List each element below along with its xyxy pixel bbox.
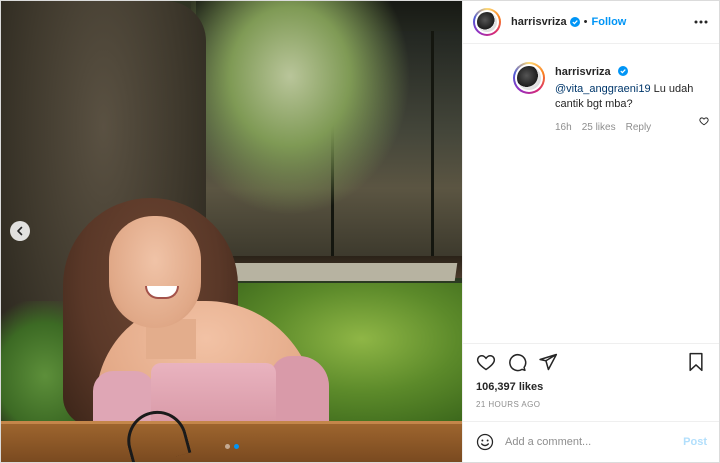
comment-age: 16h [555,122,572,133]
header-username[interactable]: harrisvriza [511,16,567,28]
verified-badge-icon [618,65,629,76]
heart-icon[interactable] [699,116,709,126]
comment-likes[interactable]: 25 likes [582,122,616,133]
photo-table-edge [1,421,462,424]
comment-button[interactable] [506,351,528,373]
photo-person-face [109,216,201,328]
carousel-dot [224,444,230,449]
comment-bubble-icon [509,353,527,371]
avatar-image [477,12,497,32]
heart-icon [476,354,496,370]
comment: harrisvriza @vita_anggraeni19 Lu udah ca… [555,62,707,133]
chevron-left-icon [17,226,23,236]
follow-button[interactable]: Follow [592,16,627,28]
photo-fern [191,1,411,216]
carousel-indicator [1,444,462,449]
comment-avatar[interactable] [513,62,545,94]
add-comment-bar: Post [463,421,719,462]
photo-diving-board [214,263,458,281]
share-button[interactable] [537,351,559,373]
comment-meta: 16h 25 likes Reply [555,122,707,133]
more-options-button[interactable] [693,14,709,30]
post-comment-button[interactable]: Post [683,436,707,448]
likes-count[interactable]: 106,397 likes [463,379,719,397]
bookmark-icon [689,352,703,371]
post-dialog: harrisvriza • Follow harrisvriza @vita_a… [0,0,720,463]
comment-mention[interactable]: @vita_anggraeni19 [555,83,651,95]
comment-text: @vita_anggraeni19 Lu udah cantik bgt mba… [555,82,715,112]
photo-table [1,421,462,462]
comments-section: harrisvriza @vita_anggraeni19 Lu udah ca… [463,44,719,343]
avatar[interactable] [473,8,501,36]
avatar-ring-inner [515,64,543,92]
smiley-icon [476,433,494,451]
header-separator: • [583,16,588,28]
avatar-ring-inner [475,10,499,34]
photo-person-sleeve [271,356,329,422]
like-button[interactable] [475,351,497,373]
comment-input[interactable] [505,436,684,448]
carousel-prev-button[interactable] [10,221,30,241]
comment-username[interactable]: harrisvriza [555,66,611,78]
save-button[interactable] [685,351,707,373]
post-photo[interactable] [1,1,462,462]
post-side-panel: harrisvriza • Follow harrisvriza @vita_a… [462,1,719,462]
avatar-image [517,66,541,90]
comment-reply-button[interactable]: Reply [626,122,652,133]
post-timestamp[interactable]: 21 HOURS AGO [463,397,719,421]
verified-badge-icon [569,17,580,27]
photo-window-frame [431,31,434,256]
carousel-dot-active [233,444,239,449]
more-horizontal-icon [694,20,708,24]
post-header: harrisvriza • Follow [463,1,719,44]
post-actions [463,343,719,379]
paper-plane-icon [539,353,558,370]
emoji-button[interactable] [475,432,495,452]
